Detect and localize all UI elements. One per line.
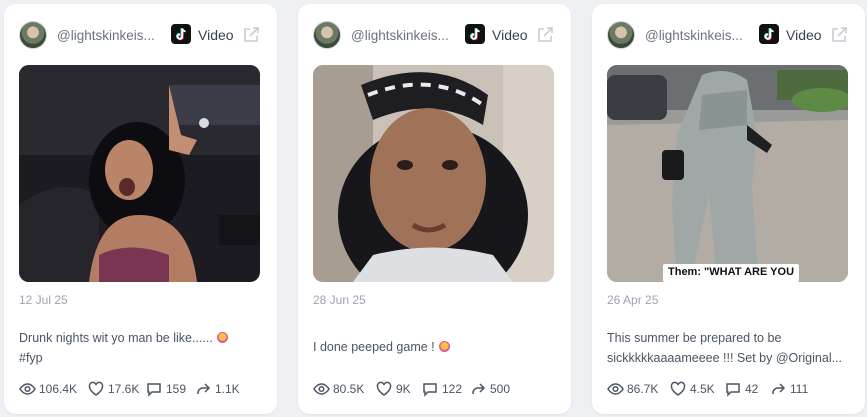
description-line: I done peeped game ! (313, 340, 435, 354)
avatar[interactable] (313, 21, 341, 49)
comments-count: 159 (166, 382, 187, 396)
stats-row: 86.7K 4.5K 42 111 (607, 380, 852, 398)
emoji-icon (438, 341, 450, 352)
stats-row: 106.4K 17.6K 159 1.1K (19, 380, 264, 398)
comments-count: 122 (442, 382, 463, 396)
tiktok-icon (465, 24, 485, 44)
platform-label: Video (198, 27, 234, 43)
heart-icon (376, 381, 392, 396)
likes-count: 4.5K (690, 382, 715, 396)
post-card[interactable]: @lightskinkeis... Video (592, 4, 865, 414)
tiktok-icon (759, 24, 779, 44)
views-count: 80.5K (333, 382, 365, 396)
share-icon (472, 383, 486, 394)
share-icon (197, 383, 211, 394)
external-link-icon[interactable] (830, 26, 848, 44)
video-caption-overlay: Them: "WHAT ARE YOU (663, 264, 800, 282)
card-header: @lightskinkeis... Video (313, 20, 558, 50)
description-line: sickkkkkaaaameeee !!! Set by @Original..… (607, 351, 843, 365)
username-link[interactable]: @lightskinkeis... (645, 28, 749, 43)
username-link[interactable]: @lightskinkeis... (57, 28, 161, 43)
shares-count: 111 (790, 382, 809, 396)
comment-icon (423, 383, 437, 397)
views-count: 106.4K (39, 382, 78, 396)
description-line: Drunk nights wit yo man be like...... (19, 331, 213, 345)
likes-count: 17.6K (108, 382, 140, 396)
shares-count: 500 (490, 382, 511, 396)
post-card[interactable]: @lightskinkeis... Video (4, 4, 277, 414)
post-description: Drunk nights wit yo man be like...... #f… (19, 328, 259, 368)
eye-icon (19, 383, 36, 395)
comments-count: 42 (745, 382, 759, 396)
post-date: 26 Apr 25 (607, 293, 659, 307)
post-description: I done peeped game ! (313, 337, 553, 357)
card-header: @lightskinkeis... Video (19, 20, 264, 50)
shares-count: 1.1K (215, 382, 240, 396)
video-thumbnail[interactable]: Them: "WHAT ARE YOU (607, 65, 848, 282)
external-link-icon[interactable] (242, 26, 260, 44)
eye-icon (313, 383, 330, 395)
tiktok-icon (171, 24, 191, 44)
description-line: This summer be prepared to be (607, 331, 782, 345)
post-card[interactable]: @lightskinkeis... Video (298, 4, 571, 414)
stats-row: 80.5K 9K 122 500 (313, 380, 558, 398)
username-link[interactable]: @lightskinkeis... (351, 28, 455, 43)
post-description: This summer be prepared to be sickkkkkaa… (607, 328, 847, 368)
heart-icon (670, 381, 686, 396)
avatar[interactable] (607, 21, 635, 49)
post-date: 12 Jul 25 (19, 293, 68, 307)
views-count: 86.7K (627, 382, 659, 396)
video-thumbnail[interactable] (19, 65, 260, 282)
avatar[interactable] (19, 21, 47, 49)
heart-icon (88, 381, 104, 396)
share-icon (772, 383, 786, 394)
external-link-icon[interactable] (536, 26, 554, 44)
comment-icon (726, 383, 740, 397)
likes-count: 9K (396, 382, 411, 396)
emoji-icon (216, 332, 228, 343)
platform-label: Video (786, 27, 822, 43)
description-line: #fyp (19, 351, 43, 365)
eye-icon (607, 383, 624, 395)
post-date: 28 Jun 25 (313, 293, 366, 307)
video-thumbnail[interactable] (313, 65, 554, 282)
post-grid: @lightskinkeis... Video 12 Jul 25 Drunk … (0, 0, 867, 417)
card-header: @lightskinkeis... Video (607, 20, 852, 50)
platform-label: Video (492, 27, 528, 43)
comment-icon (147, 383, 161, 397)
